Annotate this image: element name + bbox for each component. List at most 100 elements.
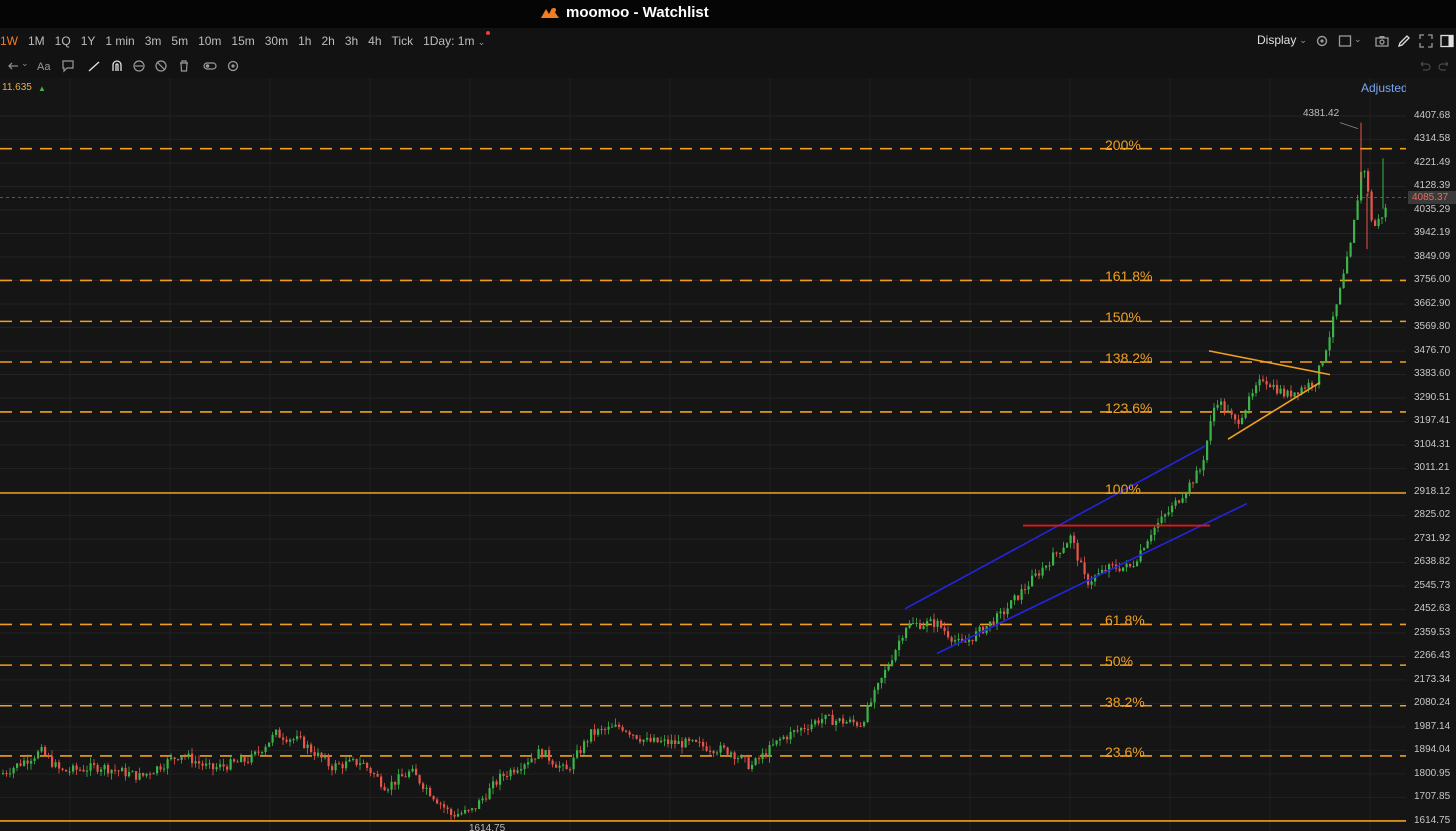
chevron-down-icon[interactable]: ⌄ bbox=[21, 58, 29, 69]
undo-icon[interactable] bbox=[1417, 59, 1431, 73]
fibonacci-level-label: 150% bbox=[1105, 309, 1141, 326]
price-axis-tick: 3569.80 bbox=[1414, 321, 1451, 333]
candle-body bbox=[548, 750, 551, 761]
price-axis-tick: 2638.82 bbox=[1414, 556, 1451, 568]
candle-body bbox=[187, 753, 190, 757]
candle-body bbox=[901, 637, 904, 641]
candle-body bbox=[306, 744, 309, 749]
adjusted-toggle[interactable]: Adjusted bbox=[1361, 81, 1407, 95]
tab-timeframe-tick[interactable]: Tick bbox=[387, 28, 419, 54]
fibonacci-level-label: 161.8% bbox=[1105, 268, 1153, 285]
candle-body bbox=[509, 769, 512, 777]
sidebar-toggle-icon[interactable] bbox=[1440, 34, 1454, 48]
pencil-icon[interactable] bbox=[1397, 34, 1411, 48]
channel-upper-line[interactable] bbox=[904, 445, 1206, 610]
price-axis-tick: 2080.24 bbox=[1414, 697, 1451, 709]
candle-body bbox=[1206, 440, 1209, 461]
candle-body bbox=[177, 759, 180, 761]
candle-body bbox=[796, 730, 799, 732]
hide-drawings-icon[interactable] bbox=[154, 59, 168, 73]
candle-body bbox=[401, 774, 404, 777]
candle-body bbox=[191, 753, 194, 764]
trash-icon[interactable] bbox=[177, 59, 191, 73]
candle-body bbox=[831, 714, 834, 725]
current-price-tag: 4085.37 bbox=[1408, 191, 1456, 204]
candle-body bbox=[1031, 575, 1034, 587]
tab-timeframe-15m[interactable]: 15m bbox=[226, 28, 259, 54]
tab-timeframe-5m[interactable]: 5m bbox=[166, 28, 193, 54]
layout-icon[interactable] bbox=[1338, 34, 1352, 48]
candle-body bbox=[44, 747, 47, 756]
fullscreen-icon[interactable] bbox=[1419, 34, 1433, 48]
candle-body bbox=[334, 763, 337, 771]
candle-body bbox=[670, 740, 673, 745]
tab-timeframe-2h[interactable]: 2h bbox=[316, 28, 339, 54]
tab-timeframe-10m[interactable]: 10m bbox=[193, 28, 226, 54]
magnet-icon[interactable] bbox=[110, 59, 124, 73]
trendline-tool-icon[interactable] bbox=[87, 59, 101, 73]
tab-timeframe-1m[interactable]: 1M bbox=[23, 28, 50, 54]
candle-body bbox=[1297, 392, 1300, 395]
tab-timeframe-3m[interactable]: 3m bbox=[140, 28, 167, 54]
tab-timeframe-4h[interactable]: 4h bbox=[363, 28, 386, 54]
tab-timeframe-1min[interactable]: 1 min bbox=[100, 28, 139, 54]
candle-body bbox=[1013, 595, 1016, 601]
candle-body bbox=[292, 739, 295, 741]
candle-body bbox=[271, 734, 274, 743]
candle-body bbox=[870, 702, 873, 706]
candle-body bbox=[26, 760, 29, 764]
candle-body bbox=[891, 660, 894, 666]
tab-timeframe-1q[interactable]: 1Q bbox=[50, 28, 76, 54]
candle-body bbox=[331, 766, 334, 771]
candle-body bbox=[772, 744, 775, 746]
camera-icon[interactable] bbox=[1375, 34, 1389, 48]
fibonacci-level-label: 23.6% bbox=[1105, 743, 1145, 760]
fibonacci-level-label: 200% bbox=[1105, 136, 1141, 153]
candle-body bbox=[338, 763, 341, 765]
display-button[interactable]: Display ⌄ bbox=[1257, 33, 1307, 47]
candle-body bbox=[597, 729, 600, 735]
lock-drawings-icon[interactable] bbox=[132, 59, 146, 73]
chevron-down-icon[interactable]: ⌄ bbox=[1354, 34, 1362, 45]
candle-body bbox=[219, 764, 222, 768]
redo-icon[interactable] bbox=[1438, 59, 1452, 73]
tab-timeframe-3h[interactable]: 3h bbox=[340, 28, 363, 54]
candle-body bbox=[1286, 390, 1289, 397]
candle-body bbox=[1318, 365, 1321, 385]
comment-icon[interactable] bbox=[61, 59, 75, 73]
chart-area[interactable] bbox=[0, 78, 1456, 831]
candle-body bbox=[1146, 541, 1149, 549]
tab-timeframe-30m[interactable]: 30m bbox=[260, 28, 293, 54]
candle-body bbox=[86, 770, 89, 772]
price-axis-tick: 3011.21 bbox=[1414, 462, 1450, 474]
tab-timeframe-1y[interactable]: 1Y bbox=[76, 28, 101, 54]
candle-body bbox=[117, 770, 120, 772]
settings-icon[interactable] bbox=[226, 59, 240, 73]
tab-timeframe-1day-1m[interactable]: 1Day: 1m ⌄ bbox=[418, 28, 491, 55]
candle-body bbox=[394, 781, 397, 785]
tab-timeframe-1w[interactable]: 1W bbox=[0, 28, 23, 54]
candle-body bbox=[19, 763, 22, 766]
candle-body bbox=[215, 767, 218, 770]
candlestick-chart[interactable] bbox=[0, 78, 1406, 831]
candle-body bbox=[1290, 390, 1293, 397]
triangle-lower-line[interactable] bbox=[1227, 381, 1321, 440]
low-price-marker: 1614.75 bbox=[469, 823, 506, 831]
price-axis-tick: 4221.49 bbox=[1414, 156, 1451, 168]
candle-body bbox=[436, 799, 439, 804]
candle-body bbox=[226, 766, 229, 770]
text-tool-icon[interactable]: Aa bbox=[37, 59, 55, 73]
candle-body bbox=[114, 769, 117, 771]
candle-body bbox=[1269, 384, 1272, 388]
price-axis-tick: 2825.02 bbox=[1414, 509, 1451, 521]
candle-body bbox=[660, 740, 663, 743]
back-arrow-icon[interactable] bbox=[6, 59, 20, 73]
candle-body bbox=[1164, 514, 1167, 517]
tab-timeframe-1h[interactable]: 1h bbox=[293, 28, 316, 54]
toggle-icon[interactable] bbox=[203, 59, 217, 73]
gear-icon[interactable] bbox=[1315, 34, 1329, 48]
candle-body bbox=[446, 807, 449, 810]
candle-body bbox=[1202, 460, 1205, 471]
window-title: moomoo - Watchlist bbox=[540, 4, 709, 21]
candle-body bbox=[387, 789, 390, 791]
